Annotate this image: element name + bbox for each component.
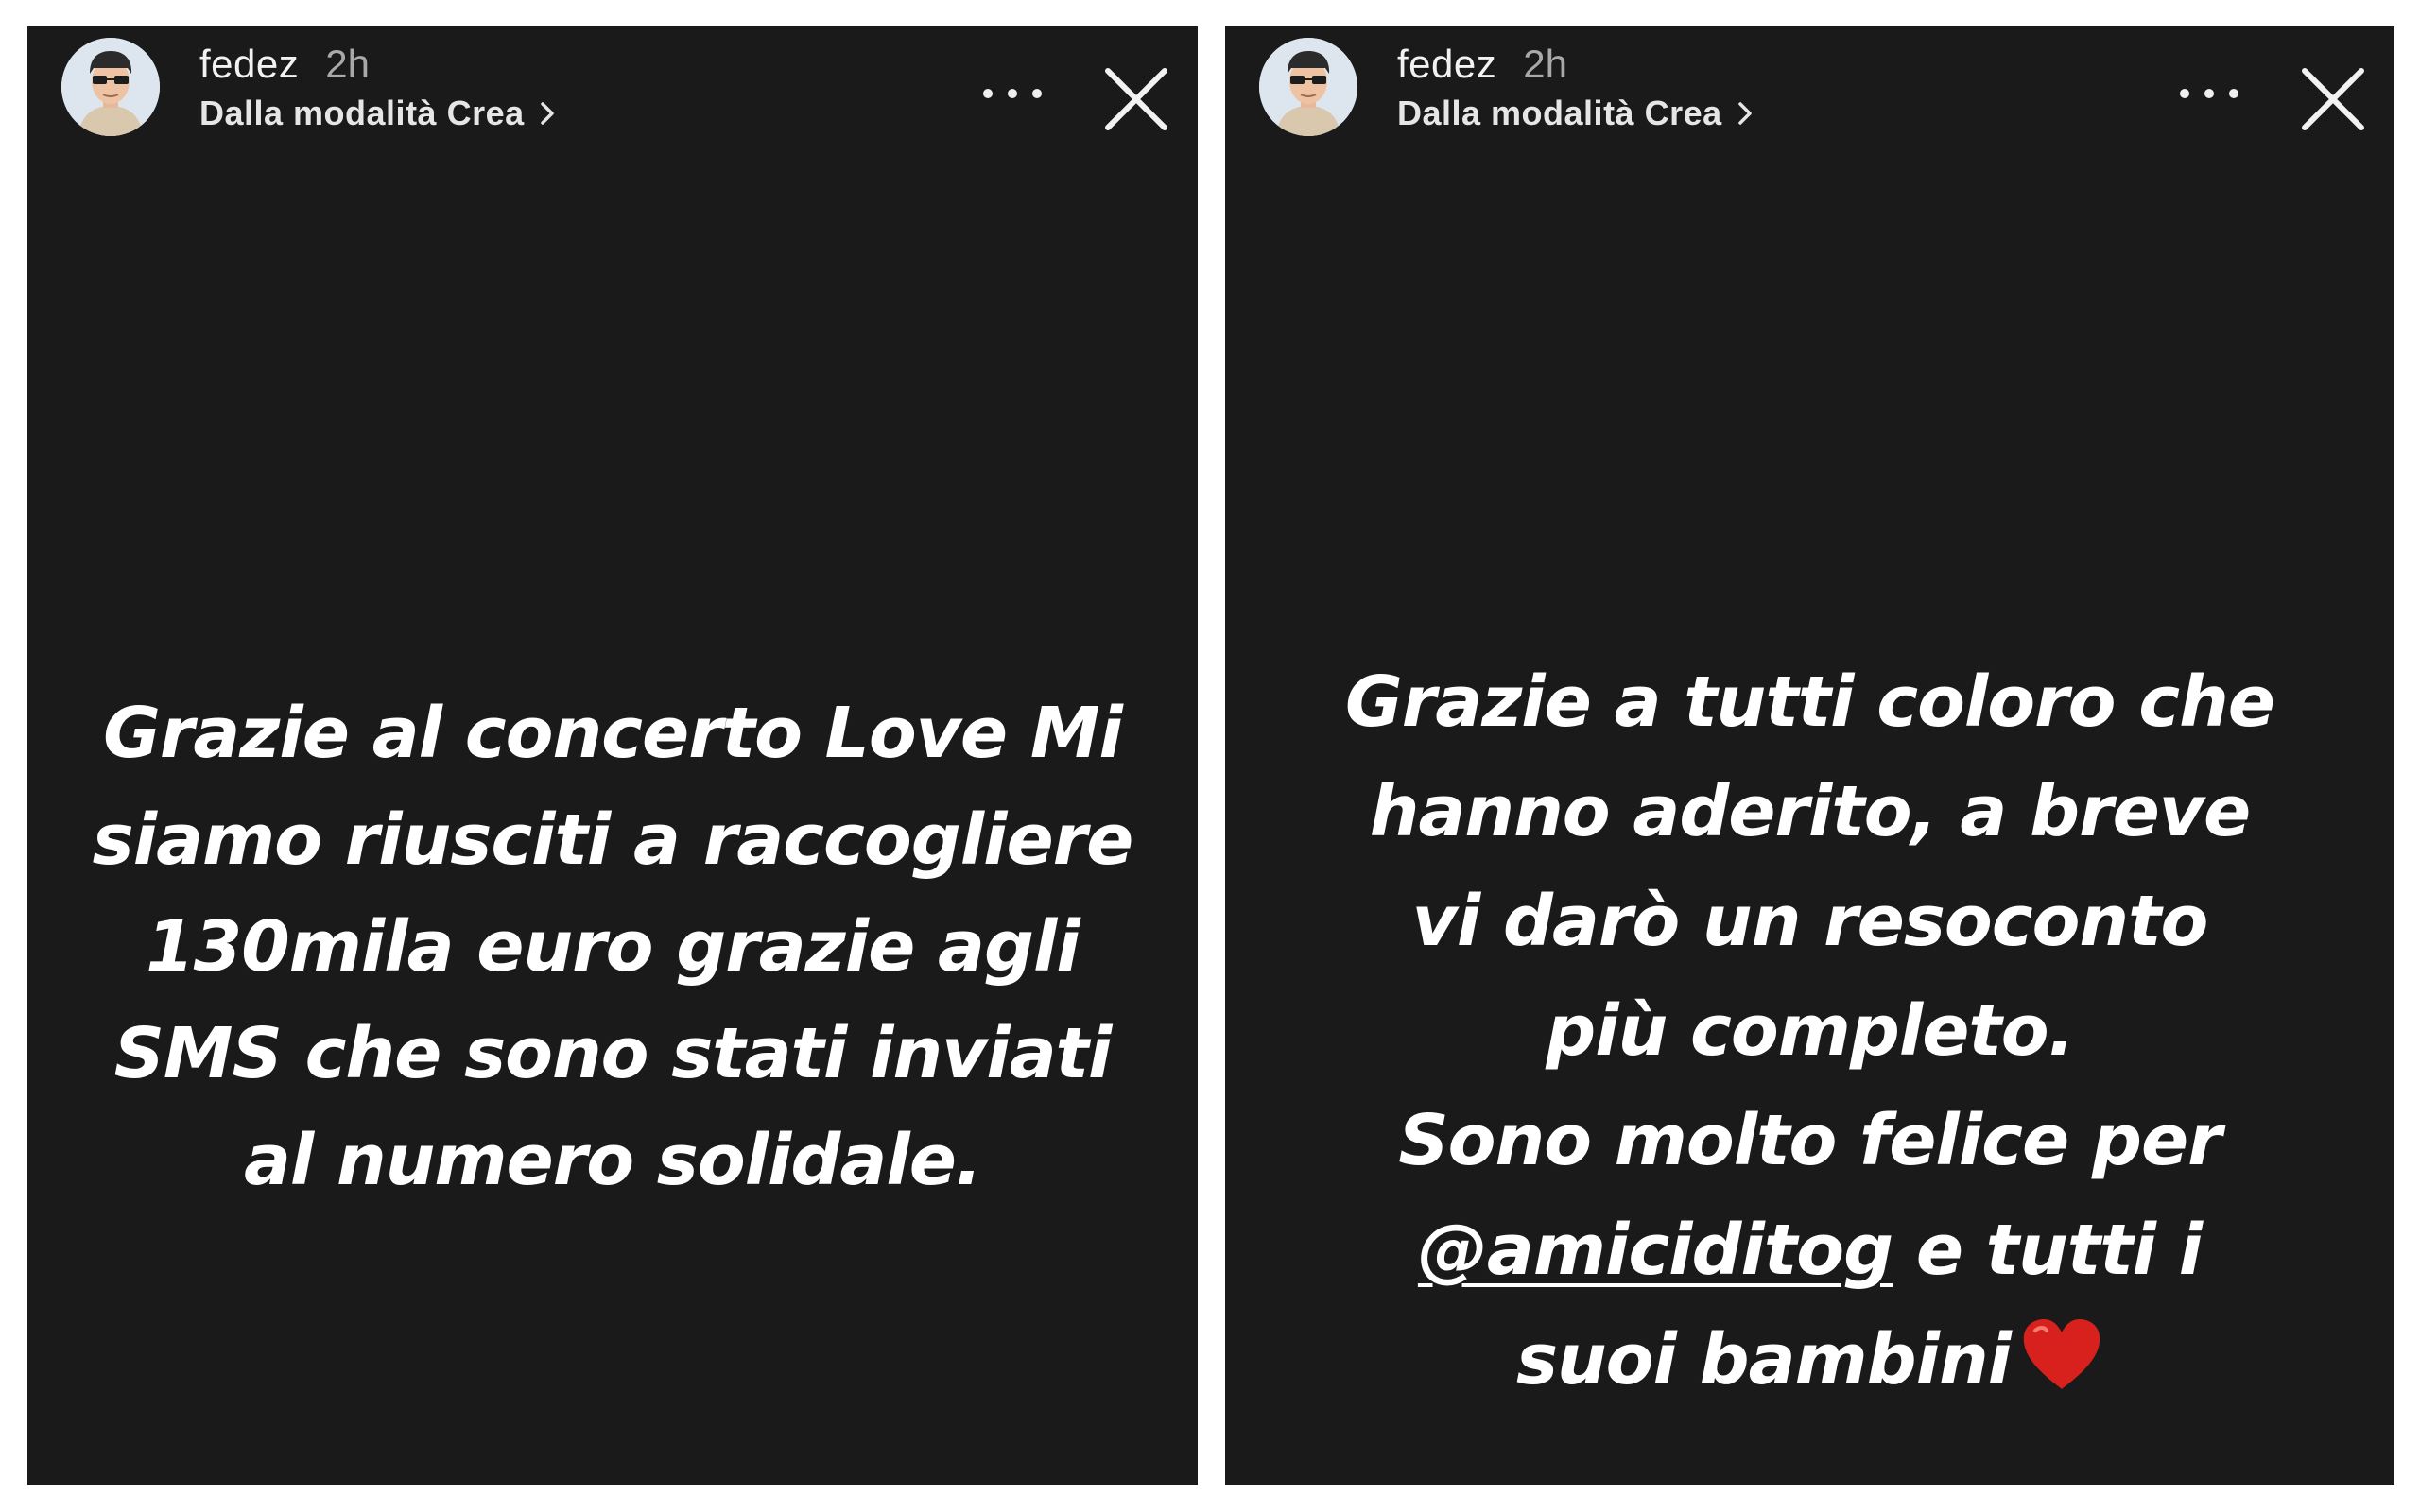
more-options-button[interactable] (2180, 79, 2238, 108)
avatar[interactable] (61, 38, 160, 136)
story-text-line: più completo. (1546, 990, 2074, 1072)
story-time: 2h (325, 42, 370, 86)
story-text-line: SMS che sono stati inviati (113, 1013, 1113, 1094)
user-block: fedez 2h Dalla modalità Crea (1397, 40, 1754, 136)
close-button[interactable] (2300, 66, 2366, 132)
story-collage: fedez 2h Dalla modalità Crea Grazie al c… (0, 0, 2420, 1512)
avatar[interactable] (1259, 38, 1357, 136)
create-mode-link[interactable]: Dalla modalità Crea (1397, 91, 1754, 136)
story-text: Grazie al concerto Love Mi siamo riuscit… (56, 680, 1169, 1214)
more-options-button[interactable] (983, 79, 1042, 108)
more-horizontal-icon (2180, 89, 2189, 98)
story-text-line: hanno aderito, a breve (1369, 771, 2251, 852)
story-panel-right[interactable]: fedez 2h Dalla modalità Crea Grazie a tu… (1225, 26, 2394, 1485)
create-mode-link[interactable]: Dalla modalità Crea (199, 91, 557, 136)
user-block: fedez 2h Dalla modalità Crea (199, 40, 557, 136)
story-time: 2h (1523, 42, 1567, 86)
story-text-line: @amiciditog e tutti i (1253, 1195, 2366, 1305)
more-horizontal-icon (983, 89, 993, 98)
story-text: Grazie a tutti coloro che hanno aderito,… (1253, 647, 2366, 1415)
mention-link[interactable]: @amiciditog (1418, 1210, 1893, 1291)
username[interactable]: fedez (1397, 40, 1496, 89)
story-header: fedez 2h Dalla modalità Crea (1259, 38, 2366, 140)
story-text-line: al numero solidale. (243, 1120, 982, 1201)
story-text-line: suoi bambini (1253, 1305, 2366, 1415)
chevron-right-icon (540, 102, 554, 125)
username[interactable]: fedez (199, 40, 299, 89)
story-subtitle: Dalla modalità Crea (1397, 94, 1722, 132)
story-text-fragment: suoi bambini (1515, 1319, 2012, 1400)
story-panel-left[interactable]: fedez 2h Dalla modalità Crea Grazie al c… (27, 26, 1198, 1485)
close-button[interactable] (1103, 66, 1169, 132)
story-text-line: 130mila euro grazie agli (146, 906, 1080, 988)
close-icon (2302, 68, 2364, 130)
chevron-right-icon (1737, 102, 1752, 125)
story-text-line: Grazie a tutti coloro che (1345, 662, 2275, 743)
story-text-line: Sono molto felice per (1398, 1100, 2221, 1181)
story-text-line: siamo riusciti a raccogliere (92, 799, 1134, 881)
story-text-line: vi darò un resoconto (1411, 881, 2209, 962)
story-text-line: Grazie al concerto Love Mi (103, 693, 1123, 774)
story-subtitle: Dalla modalità Crea (199, 94, 525, 132)
story-header: fedez 2h Dalla modalità Crea (61, 38, 1169, 140)
story-text-fragment: e tutti i (1893, 1210, 2203, 1291)
heart-emoji-icon (2020, 1317, 2103, 1393)
close-icon (1105, 68, 1167, 130)
